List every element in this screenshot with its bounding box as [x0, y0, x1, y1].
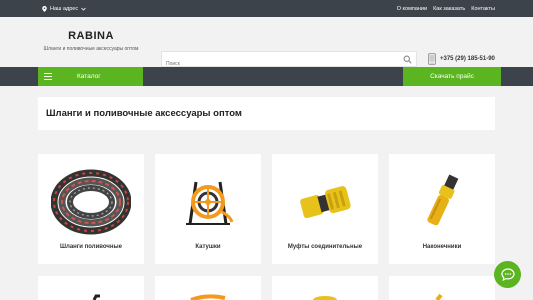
- site-logo[interactable]: RABINA Шланги и поливочные аксессуары оп…: [40, 30, 142, 52]
- category-label: Наконечники: [422, 244, 462, 250]
- menu-burger-icon: [44, 73, 52, 80]
- location-pin-icon: [42, 5, 47, 12]
- connector-icon: [300, 186, 351, 219]
- category-card-row2-1[interactable]: [38, 276, 144, 300]
- category-card-row2-4[interactable]: [389, 276, 495, 300]
- page-title-box: Шланги и поливочные аксессуары оптом: [38, 97, 495, 130]
- search-box: [161, 51, 417, 71]
- main-nav-bar: Каталог Скачать прайс: [0, 67, 533, 86]
- nav-link-how-to-order[interactable]: Как заказать: [433, 6, 465, 12]
- download-price-button[interactable]: Скачать прайс: [403, 67, 501, 86]
- category-label: Катушки: [195, 244, 221, 250]
- nozzle-icon: [427, 174, 459, 226]
- chat-bubble-icon: [500, 268, 515, 281]
- phone-block[interactable]: +375 (29) 185-51-90: [428, 53, 495, 65]
- product-image: [190, 294, 226, 300]
- category-label: Шланги поливочные: [60, 244, 122, 250]
- nav-link-contacts[interactable]: Контакты: [471, 6, 495, 12]
- hose-reel-icon: [186, 181, 234, 225]
- mobile-phone-icon: [428, 53, 436, 65]
- top-bar: Наш адрес О компании Как заказать Контак…: [0, 0, 533, 17]
- page-title: Шланги и поливочные аксессуары оптом: [46, 108, 242, 119]
- chat-button[interactable]: [494, 261, 521, 288]
- phone-number: +375 (29) 185-51-90: [440, 56, 495, 62]
- search-icon[interactable]: [403, 55, 412, 64]
- product-image: [92, 294, 100, 300]
- address-label: Наш адрес: [50, 5, 79, 12]
- catalog-button[interactable]: Каталог: [38, 67, 143, 86]
- address-dropdown[interactable]: Наш адрес: [42, 5, 86, 12]
- catalog-label: Каталог: [77, 73, 101, 80]
- chevron-down-icon: [81, 7, 86, 11]
- category-label: Муфты соединительные: [287, 244, 363, 250]
- logo-tagline: Шланги и поливочные аксессуары оптом: [43, 46, 139, 52]
- category-card-row2-3[interactable]: [272, 276, 378, 300]
- site-header: RABINA Шланги и поливочные аксессуары оп…: [0, 17, 533, 71]
- product-image: [435, 293, 443, 300]
- product-image: [313, 296, 337, 300]
- nav-link-about[interactable]: О компании: [397, 6, 427, 12]
- category-card-nozzles[interactable]: Наконечники: [389, 154, 495, 264]
- category-card-reels[interactable]: Катушки: [155, 154, 261, 264]
- category-card-hoses[interactable]: Шланги поливочные: [38, 154, 144, 264]
- logo-name: RABINA: [68, 30, 114, 42]
- hose-icon: [51, 169, 131, 235]
- category-card-row2-2[interactable]: [155, 276, 261, 300]
- category-card-connectors[interactable]: Муфты соединительные: [272, 154, 378, 264]
